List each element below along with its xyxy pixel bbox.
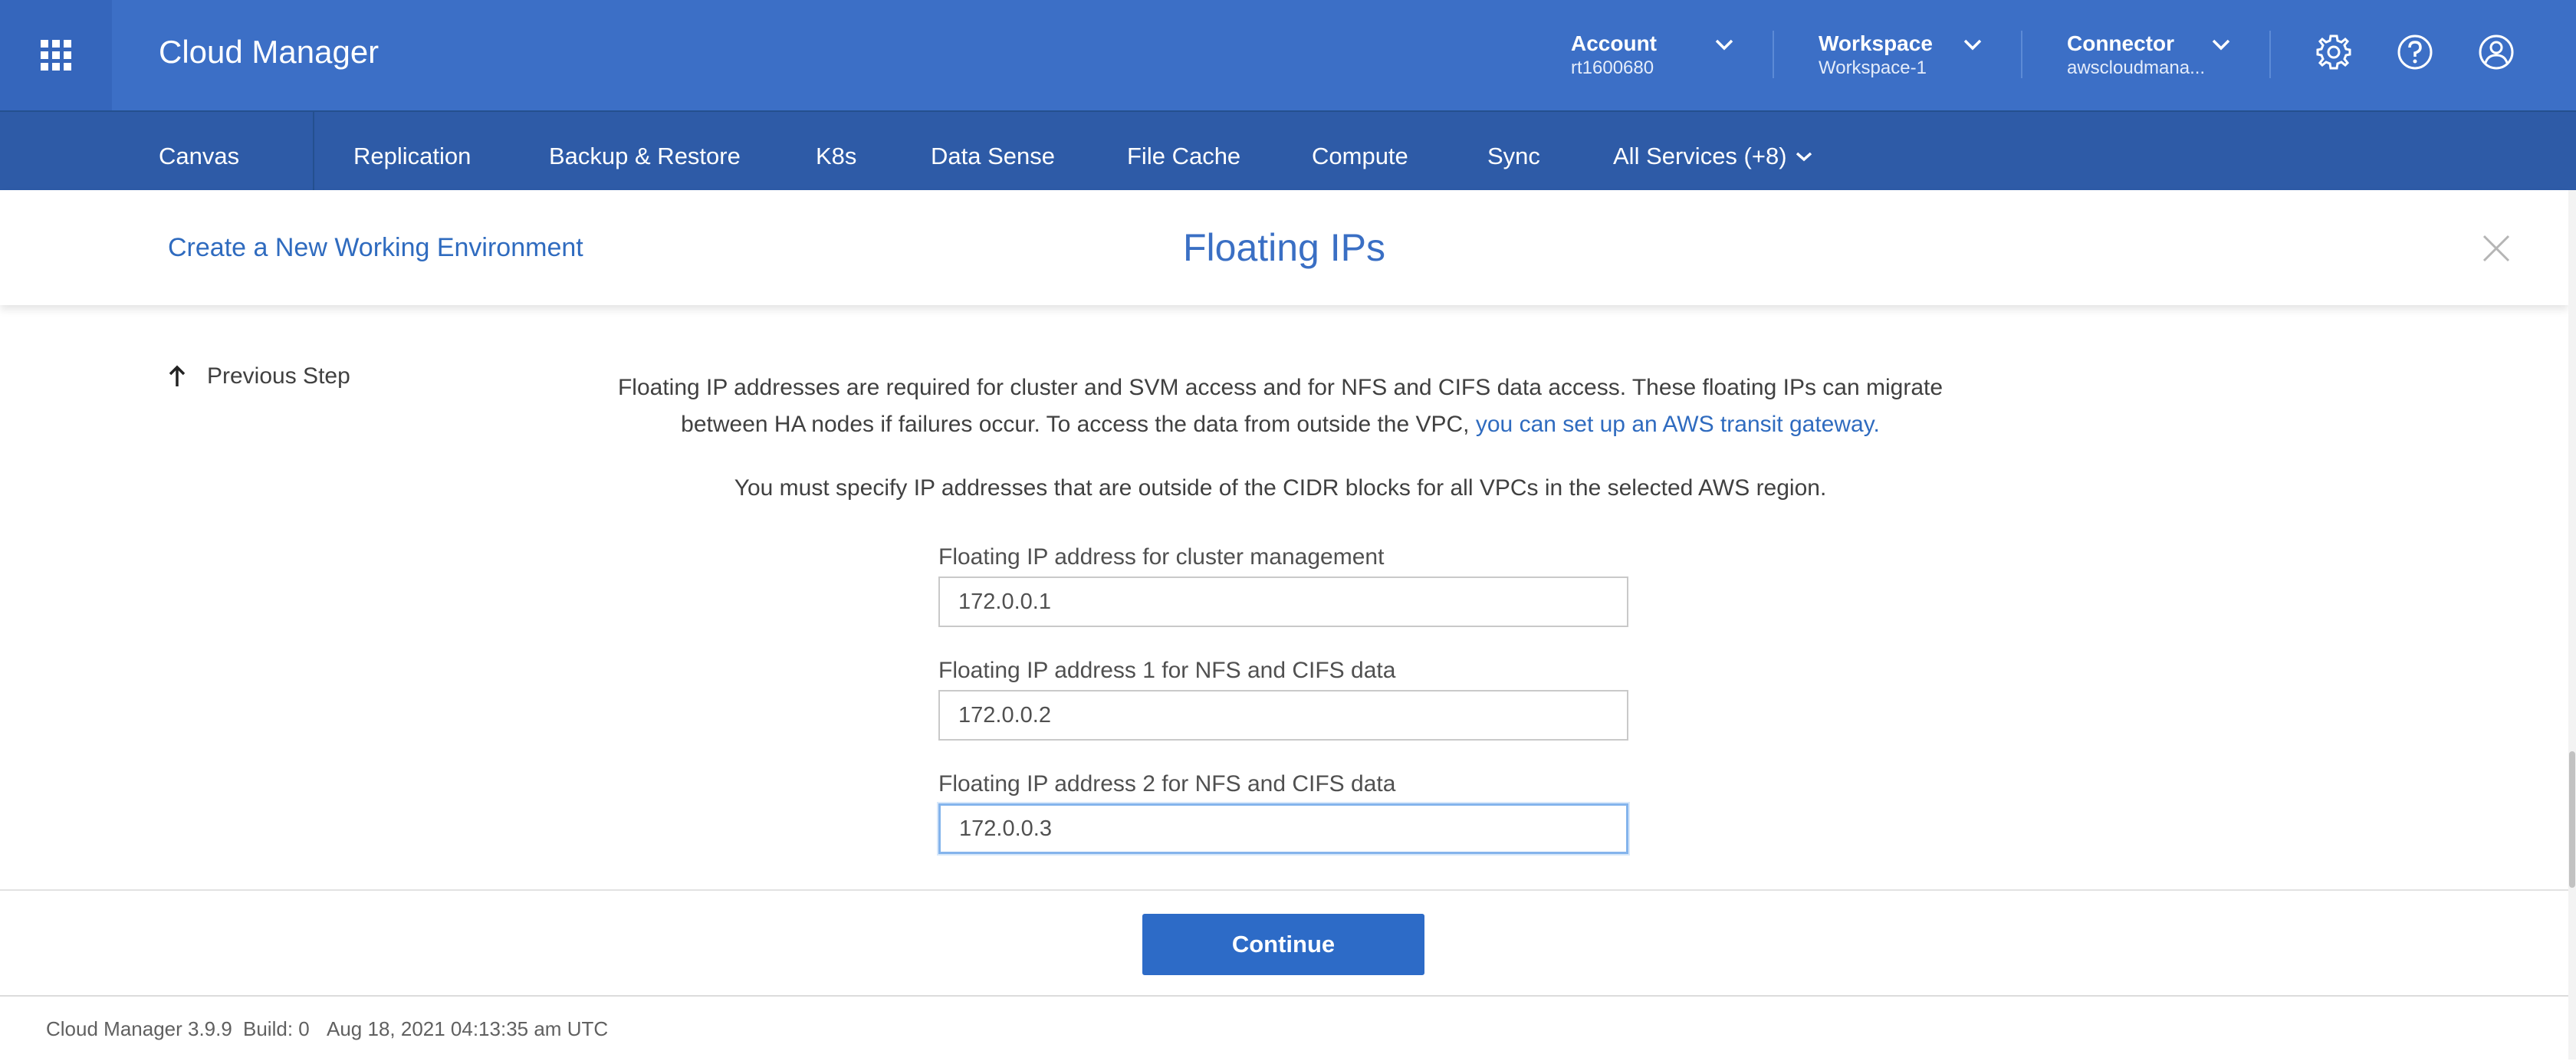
workspace-selector[interactable]: Workspace Workspace-1 — [1819, 31, 1933, 80]
nfs-cifs-ip-1-label: Floating IP address 1 for NFS and CIFS d… — [938, 658, 1396, 683]
header-divider — [1773, 31, 1774, 78]
connector-value: awscloudmana... — [2067, 57, 2206, 78]
continue-button[interactable]: Continue — [1142, 914, 1424, 975]
chevron-down-icon[interactable] — [1714, 37, 1734, 52]
connector-selector[interactable]: Connector awscloudmana... — [2067, 31, 2205, 80]
apps-grid-icon[interactable] — [0, 0, 112, 110]
nfs-cifs-ip-2-input[interactable] — [938, 803, 1628, 854]
nav-data-sense[interactable]: Data Sense — [931, 143, 1055, 170]
connector-label: Connector — [2067, 31, 2174, 55]
workspace-label: Workspace — [1819, 31, 1933, 55]
account-label: Account — [1571, 31, 1657, 55]
cluster-management-ip-input[interactable] — [938, 576, 1628, 627]
nav-all-services-label: All Services (+8) — [1613, 143, 1787, 169]
workspace-value: Workspace-1 — [1819, 57, 1927, 78]
account-value: rt1600680 — [1571, 57, 1654, 78]
close-icon[interactable] — [2481, 233, 2512, 264]
previous-step-label: Previous Step — [207, 363, 350, 389]
nav-sync[interactable]: Sync — [1487, 143, 1540, 170]
settings-gear-icon[interactable] — [2315, 33, 2353, 71]
arrow-up-icon — [169, 365, 186, 386]
nav-all-services[interactable]: All Services (+8) — [1613, 143, 1813, 170]
top-header: Cloud Manager Account rt1600680 Workspac… — [0, 0, 2576, 110]
nav-replication[interactable]: Replication — [353, 143, 471, 170]
scrollbar-thumb[interactable] — [2569, 751, 2575, 888]
status-bar: Cloud Manager 3.9.9 Build: 0 Aug 18, 202… — [0, 995, 2568, 1061]
nav-backup-restore[interactable]: Backup & Restore — [549, 143, 741, 170]
nav-compute[interactable]: Compute — [1312, 143, 1408, 170]
scrollbar-track[interactable] — [2568, 190, 2576, 1059]
chevron-down-icon — [1796, 152, 1812, 162]
header-divider — [2269, 31, 2271, 78]
cidr-note: You must specify IP addresses that are o… — [734, 475, 1827, 501]
nav-file-cache[interactable]: File Cache — [1127, 143, 1240, 170]
user-profile-icon[interactable] — [2477, 33, 2515, 71]
app-title: Cloud Manager — [159, 34, 380, 70]
nav-canvas[interactable]: Canvas — [159, 143, 239, 170]
nav-divider — [313, 112, 314, 192]
chevron-down-icon[interactable] — [2211, 37, 2231, 52]
chevron-down-icon[interactable] — [1963, 37, 1983, 52]
help-icon[interactable] — [2396, 33, 2434, 71]
intro-text: Floating IP addresses are required for c… — [583, 370, 1978, 443]
wizard-header: Floating IPs Create a New Working Enviro… — [0, 190, 2568, 305]
nav-k8s[interactable]: K8s — [816, 143, 856, 170]
nfs-cifs-ip-1-input[interactable] — [938, 690, 1628, 741]
cluster-management-ip-label: Floating IP address for cluster manageme… — [938, 544, 1385, 570]
nfs-cifs-ip-2-label: Floating IP address 2 for NFS and CIFS d… — [938, 771, 1396, 797]
version-text: Cloud Manager 3.9.9 — [46, 1017, 232, 1040]
account-selector[interactable]: Account rt1600680 — [1571, 31, 1657, 80]
build-text: Build: 0 — [243, 1017, 310, 1040]
transit-gateway-link[interactable]: you can set up an AWS transit gateway. — [1476, 412, 1880, 437]
services-nav: Canvas Replication Backup & Restore K8s … — [0, 110, 2576, 192]
previous-step-button[interactable]: Previous Step — [167, 363, 350, 389]
header-divider — [2021, 31, 2022, 78]
create-working-environment-link[interactable]: Create a New Working Environment — [168, 233, 583, 263]
timestamp-text: Aug 18, 2021 04:13:35 am UTC — [327, 1017, 609, 1040]
wizard-action-bar: Continue — [0, 889, 2568, 997]
